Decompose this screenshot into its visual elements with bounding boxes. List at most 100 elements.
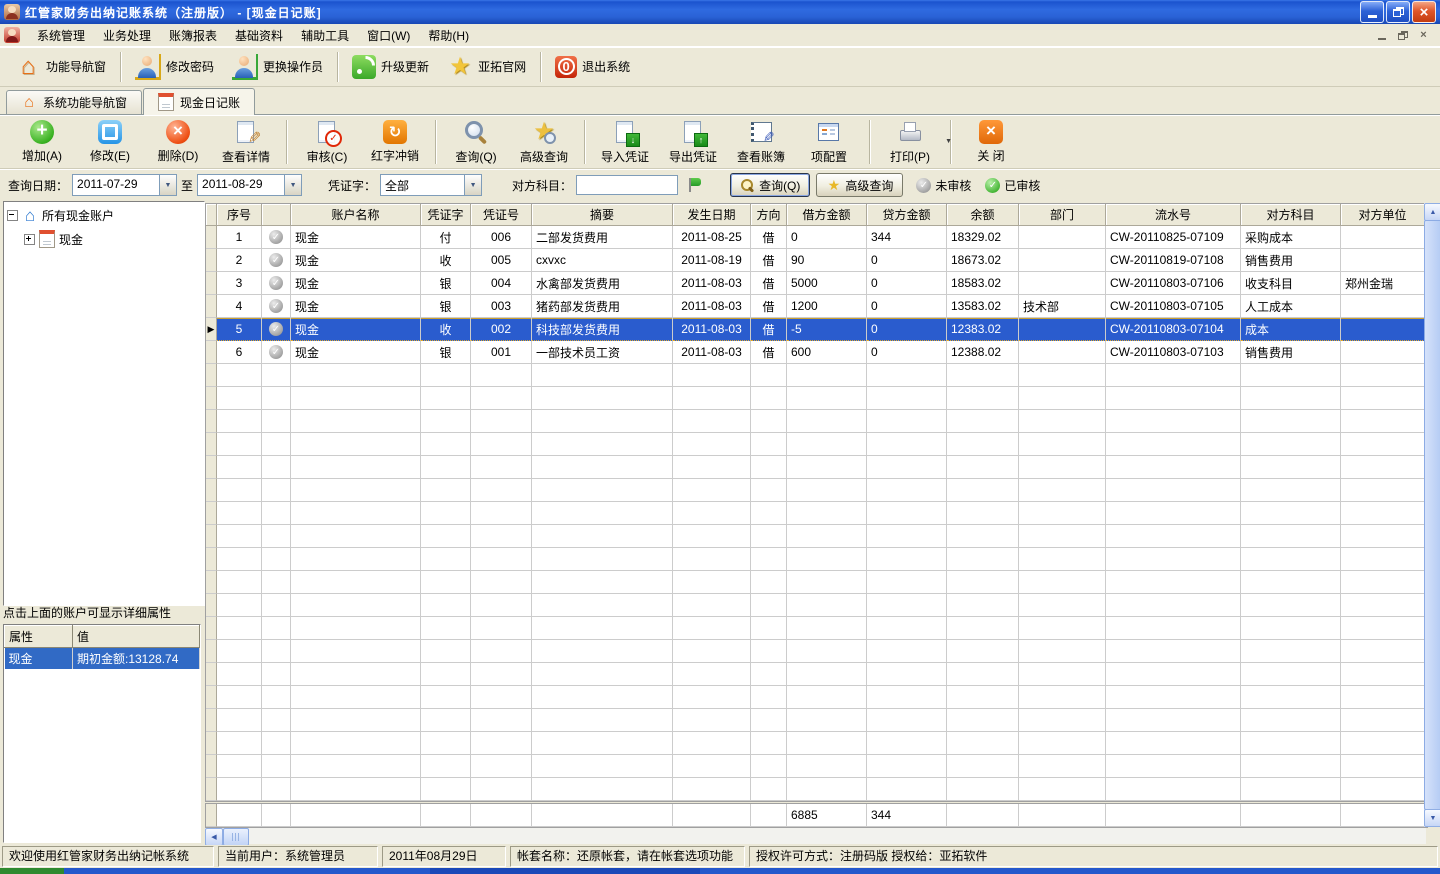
- menu-item[interactable]: 业务处理: [94, 24, 160, 47]
- menu-item[interactable]: 系统管理: [28, 24, 94, 47]
- minimize-button[interactable]: [1360, 1, 1384, 23]
- detail-icon: [233, 119, 259, 145]
- menu-item[interactable]: 窗口(W): [358, 24, 419, 47]
- edit-button[interactable]: 修改(E): [76, 118, 144, 166]
- empty-cell: [1241, 686, 1341, 709]
- advsearch-icon: [531, 119, 557, 145]
- table-row[interactable]: 3现金银004水禽部发货费用2011-08-03借5000018583.02CW…: [206, 272, 1425, 295]
- date-from-select[interactable]: 2011-07-29: [72, 174, 177, 196]
- search-button[interactable]: 查询(Q): [442, 118, 510, 166]
- print-button[interactable]: 打印(P)▼: [876, 118, 944, 166]
- menu-item[interactable]: 账簿报表: [160, 24, 226, 47]
- prop-row[interactable]: 现金期初金额:13128.74: [5, 648, 200, 670]
- cell-dir: 借: [751, 249, 787, 272]
- column-header-dept[interactable]: 部门: [1019, 204, 1106, 226]
- column-header-word[interactable]: 凭证字: [421, 204, 471, 226]
- table-row[interactable]: 1现金付006二部发货费用2011-08-25借034418329.02CW-2…: [206, 226, 1425, 249]
- menu-item[interactable]: 辅助工具: [292, 24, 358, 47]
- column-header-no[interactable]: 凭证号: [471, 204, 532, 226]
- vertical-scroll-thumb[interactable]: [1424, 220, 1440, 810]
- tab-cash-journal[interactable]: 现金日记账: [143, 88, 255, 115]
- export-icon: [680, 119, 706, 145]
- button-label: 升级更新: [381, 58, 429, 75]
- column-header-balance[interactable]: 余额: [947, 204, 1019, 226]
- export-button[interactable]: 导出凭证: [659, 118, 727, 166]
- taskbar-strip: [0, 868, 1440, 874]
- voucher-word-select[interactable]: 全部: [380, 174, 482, 196]
- minus-expander-icon[interactable]: [7, 210, 18, 221]
- menu-item[interactable]: 帮助(H): [419, 24, 478, 47]
- chevron-down-icon[interactable]: [159, 175, 176, 195]
- mdi-restore-button[interactable]: [1394, 28, 1411, 43]
- empty-cell: [751, 686, 787, 709]
- column-header-unit[interactable]: 对方单位: [1341, 204, 1425, 226]
- empty-cell: [291, 755, 421, 778]
- close-button[interactable]: [1412, 1, 1436, 23]
- operator-button[interactable]: 更换操作员: [223, 50, 332, 84]
- column-header-check[interactable]: [262, 204, 291, 226]
- book-button[interactable]: 查看账簿: [727, 118, 795, 166]
- cell-opposite: 收支科目: [1241, 272, 1341, 295]
- column-header-serial[interactable]: 流水号: [1106, 204, 1241, 226]
- advanced-query-button[interactable]: 高级查询: [816, 173, 903, 197]
- empty-cell: [471, 594, 532, 617]
- tab-system-nav[interactable]: 系统功能导航窗: [6, 90, 142, 114]
- update-button[interactable]: 升级更新: [343, 51, 438, 83]
- table-row[interactable]: 4现金银003猪药部发货费用2011-08-03借1200013583.02技术…: [206, 295, 1425, 318]
- table-row[interactable]: 2现金收005cxvxc2011-08-19借90018673.02CW-201…: [206, 249, 1425, 272]
- exit-button[interactable]: 退出系统: [546, 52, 639, 82]
- empty-cell: [1019, 755, 1106, 778]
- detail-button[interactable]: 查看详情: [212, 118, 280, 166]
- horizontal-scroll-thumb[interactable]: [223, 828, 249, 846]
- audit-button[interactable]: 审核(C): [293, 118, 361, 166]
- scroll-left-icon[interactable]: [205, 828, 223, 846]
- redflush-button[interactable]: 红字冲销: [361, 118, 429, 166]
- horizontal-scrollbar[interactable]: [205, 828, 1426, 844]
- add-button[interactable]: 增加(A): [8, 118, 76, 166]
- column-header-dir[interactable]: 方向: [751, 204, 787, 226]
- table-row[interactable]: 6现金银001一部技术员工资2011-08-03借600012388.02CW-…: [206, 341, 1425, 364]
- empty-cell: [217, 502, 262, 525]
- chevron-down-icon[interactable]: [284, 175, 301, 195]
- flag-icon[interactable]: [686, 176, 702, 194]
- import-button[interactable]: 导入凭证: [591, 118, 659, 166]
- column-header-account[interactable]: 账户名称: [291, 204, 421, 226]
- table-row[interactable]: ▶5现金收002科技部发货费用2011-08-03借-5012383.02CW-…: [206, 318, 1425, 341]
- column-header-summary[interactable]: 摘要: [532, 204, 673, 226]
- empty-cell: [673, 709, 751, 732]
- cell-dir: 借: [751, 341, 787, 364]
- dropdown-arrow-icon[interactable]: ▼: [945, 138, 952, 145]
- closebig-button[interactable]: 关 闭: [957, 118, 1025, 166]
- tree-item-all-cash-accounts[interactable]: 所有现金账户: [6, 204, 202, 227]
- menu-item[interactable]: 基础资料: [226, 24, 292, 47]
- mdi-minimize-button[interactable]: [1373, 28, 1390, 43]
- empty-cell: [751, 640, 787, 663]
- chevron-down-icon[interactable]: [464, 175, 481, 195]
- config-button[interactable]: 项配置: [795, 118, 863, 166]
- toolbar-separator: [286, 120, 287, 164]
- scroll-down-icon[interactable]: [1424, 809, 1440, 827]
- password-button[interactable]: 修改密码: [126, 50, 223, 84]
- website-button[interactable]: 亚拓官网: [438, 50, 535, 84]
- empty-cell: [291, 387, 421, 410]
- query-button[interactable]: 查询(Q): [730, 173, 810, 197]
- column-header-credit[interactable]: 贷方金额: [867, 204, 947, 226]
- opposite-account-input[interactable]: [576, 175, 678, 195]
- plus-expander-icon[interactable]: [24, 234, 35, 245]
- scroll-up-icon[interactable]: [1424, 203, 1440, 221]
- mdi-close-button[interactable]: ×: [1415, 28, 1432, 43]
- empty-cell: [1241, 364, 1341, 387]
- restore-button[interactable]: [1386, 1, 1410, 23]
- date-to-select[interactable]: 2011-08-29: [197, 174, 302, 196]
- advsearch-button[interactable]: 高级查询: [510, 118, 578, 166]
- column-header-opposite[interactable]: 对方科目: [1241, 204, 1341, 226]
- home-button[interactable]: 功能导航窗: [6, 50, 115, 84]
- check-icon: [269, 230, 283, 244]
- column-header-date[interactable]: 发生日期: [673, 204, 751, 226]
- delete-button[interactable]: 删除(D): [144, 118, 212, 166]
- column-header-seq[interactable]: 序号: [217, 204, 262, 226]
- column-header-debit[interactable]: 借方金额: [787, 204, 867, 226]
- vertical-scrollbar[interactable]: [1424, 203, 1440, 827]
- tree-item-cash[interactable]: 现金: [23, 227, 202, 251]
- grid-header-row: 序号 账户名称凭证字凭证号摘要发生日期方向借方金额贷方金额余额部门流水号对方科目对…: [206, 204, 1425, 226]
